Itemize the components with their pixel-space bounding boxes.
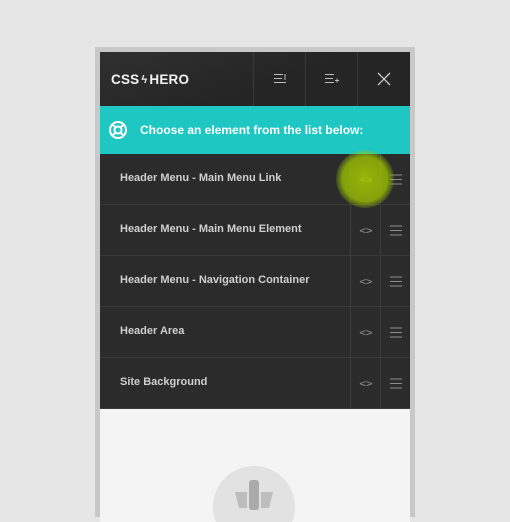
- preview-area: [100, 409, 410, 522]
- hamburger-icon[interactable]: [380, 307, 410, 357]
- instruction-banner: Choose an element from the list below:: [100, 106, 410, 154]
- expand-list-button[interactable]: [305, 52, 357, 106]
- close-button[interactable]: [357, 52, 409, 106]
- element-label: Header Menu - Navigation Container: [120, 274, 310, 286]
- element-row-main-menu-element[interactable]: Header Menu - Main Menu Element <>: [100, 205, 410, 256]
- code-icon[interactable]: <>: [350, 154, 381, 204]
- element-row-navigation-container[interactable]: Header Menu - Navigation Container <>: [100, 256, 410, 307]
- banner-text: Choose an element from the list below:: [140, 123, 364, 137]
- hamburger-icon[interactable]: [380, 256, 410, 306]
- code-icon[interactable]: <>: [350, 358, 381, 408]
- close-icon: [377, 72, 391, 86]
- code-icon[interactable]: <>: [350, 256, 381, 306]
- element-label: Header Menu - Main Menu Element: [120, 223, 302, 235]
- element-row-site-background[interactable]: Site Background <>: [100, 358, 410, 409]
- hamburger-icon[interactable]: [380, 205, 410, 255]
- hero-figure-icon: [235, 480, 273, 510]
- collapse-list-icon: [273, 73, 287, 85]
- hamburger-icon[interactable]: [380, 358, 410, 408]
- csshero-logo: CSS ϟ HERO: [111, 71, 189, 88]
- element-label: Header Area: [120, 325, 185, 337]
- expand-list-icon: [324, 73, 340, 85]
- code-icon[interactable]: <>: [350, 205, 381, 255]
- element-label: Site Background: [120, 376, 208, 388]
- preview-circle: [213, 466, 295, 522]
- csshero-panel: CSS ϟ HERO Choose an element from the li…: [100, 52, 410, 522]
- top-bar: CSS ϟ HERO: [100, 52, 410, 106]
- code-icon[interactable]: <>: [350, 307, 381, 357]
- element-list: Header Menu - Main Menu Link <> Header M…: [100, 154, 410, 409]
- element-row-header-area[interactable]: Header Area <>: [100, 307, 410, 358]
- collapse-list-button[interactable]: [253, 52, 305, 106]
- hamburger-icon[interactable]: [380, 154, 410, 204]
- element-row-main-menu-link[interactable]: Header Menu - Main Menu Link <>: [100, 154, 410, 205]
- logo-text-hero: HERO: [149, 72, 190, 87]
- logo-bolt-icon: ϟ: [141, 73, 148, 86]
- logo-text-css: CSS: [111, 72, 140, 87]
- element-label: Header Menu - Main Menu Link: [120, 172, 282, 184]
- lifebuoy-icon: [108, 120, 128, 140]
